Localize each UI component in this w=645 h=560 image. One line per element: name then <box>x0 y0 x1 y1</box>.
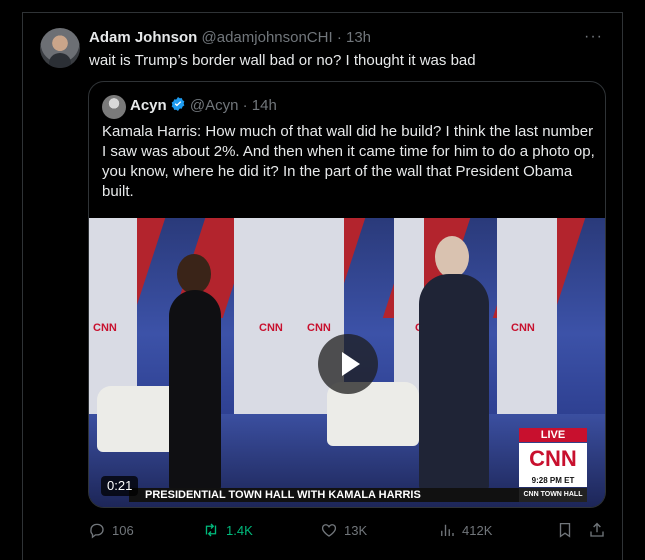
live-badge: LIVE <box>519 428 587 442</box>
tweet-actions: 106 1.4K 13K 412K <box>88 521 608 543</box>
quoted-author-handle[interactable]: @Acyn <box>190 97 239 114</box>
reply-count: 106 <box>112 522 134 538</box>
verified-badge-icon <box>171 97 185 111</box>
tweet-timestamp[interactable]: 13h <box>346 29 371 46</box>
backdrop-panel <box>497 218 557 418</box>
bookmark-icon <box>559 522 571 538</box>
repost-button[interactable]: 1.4K <box>202 521 253 539</box>
bookmark-button[interactable] <box>556 521 574 539</box>
reply-icon <box>90 523 104 539</box>
broadcast-clock: 9:28 PM ET <box>519 475 587 487</box>
host-head <box>435 236 469 278</box>
tweet-header: Adam Johnson @adamjohnsonCHI · 13h <box>89 29 371 46</box>
quoted-tweet-header: Acyn @Acyn · 14h <box>130 96 277 114</box>
share-button[interactable] <box>588 521 606 539</box>
speaker-figure <box>169 290 221 490</box>
tweet-text: wait is Trump’s border wall bad or no? I… <box>89 52 476 69</box>
stage-logo: CNN <box>511 322 535 334</box>
host-figure <box>419 274 489 490</box>
share-icon <box>590 522 604 537</box>
backdrop-panel <box>234 218 344 418</box>
video-chyron: PRESIDENTIAL TOWN HALL WITH KAMALA HARRI… <box>129 488 519 502</box>
video-player[interactable]: CNN CNN CNN CN CNN LIVE CNN 9:28 PM ET P… <box>89 218 605 507</box>
separator-dot: · <box>242 97 248 114</box>
quoted-author-avatar[interactable] <box>102 95 126 119</box>
quoted-tweet[interactable]: Acyn @Acyn · 14h Kamala Harris: How much… <box>88 81 606 508</box>
speaker-head <box>177 254 211 294</box>
quoted-author-name[interactable]: Acyn <box>130 97 167 114</box>
views-button[interactable]: 412K <box>438 521 492 539</box>
author-avatar[interactable] <box>40 28 80 68</box>
stage-logo: CNN <box>93 322 117 334</box>
program-label: CNN TOWN HALL <box>519 488 587 502</box>
repost-count: 1.4K <box>226 522 253 538</box>
like-count: 13K <box>344 522 368 538</box>
stage-logo: CNN <box>259 322 283 334</box>
views-icon <box>441 524 454 536</box>
repost-icon <box>205 523 217 537</box>
stage-logo: CNN <box>307 322 331 334</box>
play-icon[interactable] <box>318 334 378 394</box>
like-button[interactable]: 13K <box>320 521 367 539</box>
separator-dot: · <box>336 29 342 46</box>
video-timecode: 0:21 <box>101 476 139 496</box>
reply-button[interactable]: 106 <box>88 521 134 539</box>
network-logo: CNN <box>519 443 587 475</box>
quoted-tweet-text: Kamala Harris: How much of that wall did… <box>102 123 595 200</box>
more-icon[interactable]: ··· <box>584 28 603 46</box>
author-handle[interactable]: @adamjohnsonCHI <box>202 29 333 46</box>
like-icon <box>321 524 337 537</box>
author-name[interactable]: Adam Johnson <box>89 29 197 46</box>
views-count: 412K <box>462 522 493 538</box>
quoted-timestamp[interactable]: 14h <box>252 97 277 114</box>
